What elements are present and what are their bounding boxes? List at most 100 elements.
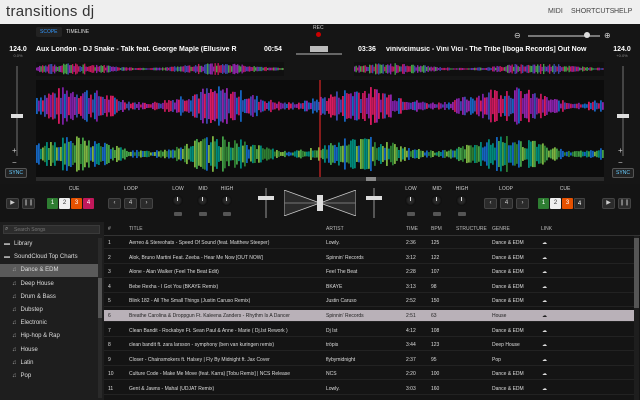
soundcloud-link-icon[interactable]: ☁ (542, 281, 547, 293)
sidebar-item[interactable]: ♫ Latin (0, 357, 100, 370)
waveform-scrollbar[interactable] (36, 177, 604, 181)
eq-mid-kill[interactable] (199, 212, 207, 216)
col-header-num[interactable]: # (108, 226, 111, 232)
sidebar-item[interactable]: ▬ Library (0, 238, 100, 251)
soundcloud-link-icon[interactable]: ☁ (542, 383, 547, 395)
loop-double-button[interactable]: › (140, 198, 153, 209)
col-header-structure[interactable]: STRUCTURE (456, 226, 487, 232)
pitch-plus-icon[interactable]: + (12, 146, 17, 155)
crossfader[interactable] (284, 190, 356, 216)
soundcloud-link-icon[interactable]: ☁ (542, 295, 547, 307)
tab-scope[interactable]: SCOPE (36, 27, 62, 37)
cue-pad-4[interactable]: 4 (83, 198, 94, 209)
eq-high-kill[interactable] (458, 212, 466, 216)
sidebar-scrollbar[interactable] (98, 238, 102, 398)
zoom-out-icon[interactable]: ⊖ (514, 31, 521, 40)
deck-left-sync-button[interactable]: SYNC (5, 168, 27, 178)
sidebar-item[interactable]: ♫ Dance & EDM (0, 264, 100, 278)
cue-pad-1[interactable]: 1 (47, 198, 58, 209)
deck-right-sync-button[interactable]: SYNC (612, 168, 634, 178)
eq-mid-knob[interactable] (197, 195, 208, 206)
eq-low-knob[interactable] (172, 195, 183, 206)
deck-left-pitch-fader[interactable] (11, 114, 23, 118)
deck-left-volume-fader[interactable] (258, 196, 274, 200)
col-header-title[interactable]: TITLE (129, 226, 143, 232)
sidebar-item[interactable]: ♫ Dubstep (0, 304, 100, 317)
table-row[interactable]: 6 Breathe Carolina & Droppgun Ft. Kaleena… (104, 310, 634, 322)
eq-high-knob[interactable] (456, 195, 467, 206)
shortcuts-link[interactable]: SHORTCUTS (571, 8, 614, 15)
table-row[interactable]: 10 Culture Code - Make Me Move (feat. Kar… (104, 368, 634, 381)
zoom-handle[interactable] (584, 32, 590, 38)
cue-pad-4[interactable]: 4 (574, 198, 585, 209)
soundcloud-link-icon[interactable]: ☁ (542, 310, 547, 322)
table-row[interactable]: 8 clean bandit ft. zara larsson - symphon… (104, 339, 634, 352)
sidebar-item[interactable]: ▬ SoundCloud Top Charts (0, 251, 100, 264)
midi-link[interactable]: MIDI (548, 8, 563, 15)
eq-high-kill[interactable] (223, 212, 231, 216)
loop-size[interactable]: 4 (500, 198, 513, 209)
cue-pad-1[interactable]: 1 (538, 198, 549, 209)
table-row[interactable]: 9 Closer - Chainsmokers ft. Halsey | Fly … (104, 354, 634, 366)
rec-label: REC (313, 25, 324, 31)
eq-mid-kill[interactable] (433, 212, 441, 216)
cue-pad-3[interactable]: 3 (562, 198, 573, 209)
eq-mid-knob[interactable] (431, 195, 442, 206)
deck-right-play-button[interactable]: ▶ (602, 198, 615, 209)
eq-low-kill[interactable] (174, 212, 182, 216)
table-row[interactable]: 3 Alone - Alan Walker (Feel The Beat Edit… (104, 266, 634, 279)
sidebar-item[interactable]: ♫ Drum & Bass (0, 291, 100, 304)
soundcloud-link-icon[interactable]: ☁ (542, 237, 547, 249)
sidebar-item[interactable]: ♫ Pop (0, 370, 100, 383)
loop-halve-button[interactable]: ‹ (484, 198, 497, 209)
deck-left-overview-waveform[interactable] (36, 62, 284, 76)
table-scrollbar[interactable] (634, 236, 639, 400)
deck-left-play-button[interactable]: ▶ (6, 198, 19, 209)
tab-timeline[interactable]: TIMELINE (62, 27, 93, 37)
loop-double-button[interactable]: › (516, 198, 529, 209)
col-header-link[interactable]: LINK (541, 226, 552, 232)
soundcloud-link-icon[interactable]: ☁ (542, 339, 547, 351)
soundcloud-link-icon[interactable]: ☁ (542, 266, 547, 278)
deck-left-cue-button[interactable]: ❙❙ (22, 198, 35, 209)
eq-low-kill[interactable] (407, 212, 415, 216)
sidebar-item[interactable]: ♫ Hip-hop & Rap (0, 330, 100, 343)
loop-size[interactable]: 4 (124, 198, 137, 209)
loop-halve-button[interactable]: ‹ (108, 198, 121, 209)
col-header-genre[interactable]: GENRE (492, 226, 510, 232)
table-row[interactable]: 1 Aerreo & Stereohats - Speed Of Sound (f… (104, 237, 634, 249)
soundcloud-link-icon[interactable]: ☁ (542, 325, 547, 337)
soundcloud-link-icon[interactable]: ☁ (542, 368, 547, 380)
table-cell: Alone - Alan Walker (Feel The Beat Edit) (129, 269, 219, 276)
eq-low-knob[interactable] (405, 195, 416, 206)
record-button[interactable] (316, 32, 321, 37)
table-row[interactable]: 5 Blink 182 - All The Small Things (Justi… (104, 295, 634, 308)
pitch-plus-icon[interactable]: + (618, 146, 623, 155)
table-row[interactable]: 4 Bebe Rexha - I Got You (BKAYE Remix) BKA… (104, 281, 634, 293)
cue-pad-3[interactable]: 3 (71, 198, 82, 209)
pitch-minus-icon[interactable]: − (618, 158, 623, 167)
deck-right-cue-button[interactable]: ❙❙ (618, 198, 631, 209)
table-row[interactable]: 11 Gent & Jawns - Mahal (UDJAT Remix) Lowl… (104, 383, 634, 395)
sidebar-item[interactable]: ♫ Deep House (0, 278, 100, 291)
help-link[interactable]: HELP (614, 8, 632, 15)
sidebar-item[interactable]: ♫ House (0, 344, 100, 357)
pitch-minus-icon[interactable]: − (12, 158, 17, 167)
cue-pad-2[interactable]: 2 (550, 198, 561, 209)
eq-high-knob[interactable] (221, 195, 232, 206)
deck-right-pitch-fader[interactable] (617, 114, 629, 118)
zoom-in-icon[interactable]: ⊕ (604, 31, 611, 40)
table-row[interactable]: 2 Alok, Bruno Martini Feat. Zeeba - Hear … (104, 252, 634, 264)
col-header-time[interactable]: TIME (406, 226, 418, 232)
col-header-artist[interactable]: ARTIST (326, 226, 344, 232)
deck-right-volume-fader[interactable] (366, 196, 382, 200)
sidebar-item[interactable]: ♫ Electronic (0, 317, 100, 330)
table-row[interactable]: 7 Clean Bandit - Rockabye Ft. Sean Paul &… (104, 325, 634, 337)
deck-right-overview-waveform[interactable] (354, 62, 604, 76)
col-header-bpm[interactable]: BPM (431, 226, 442, 232)
search-input[interactable] (3, 225, 100, 234)
soundcloud-link-icon[interactable]: ☁ (542, 354, 547, 366)
cue-pad-2[interactable]: 2 (59, 198, 70, 209)
soundcloud-link-icon[interactable]: ☁ (542, 252, 547, 264)
main-waveform[interactable] (36, 80, 604, 178)
